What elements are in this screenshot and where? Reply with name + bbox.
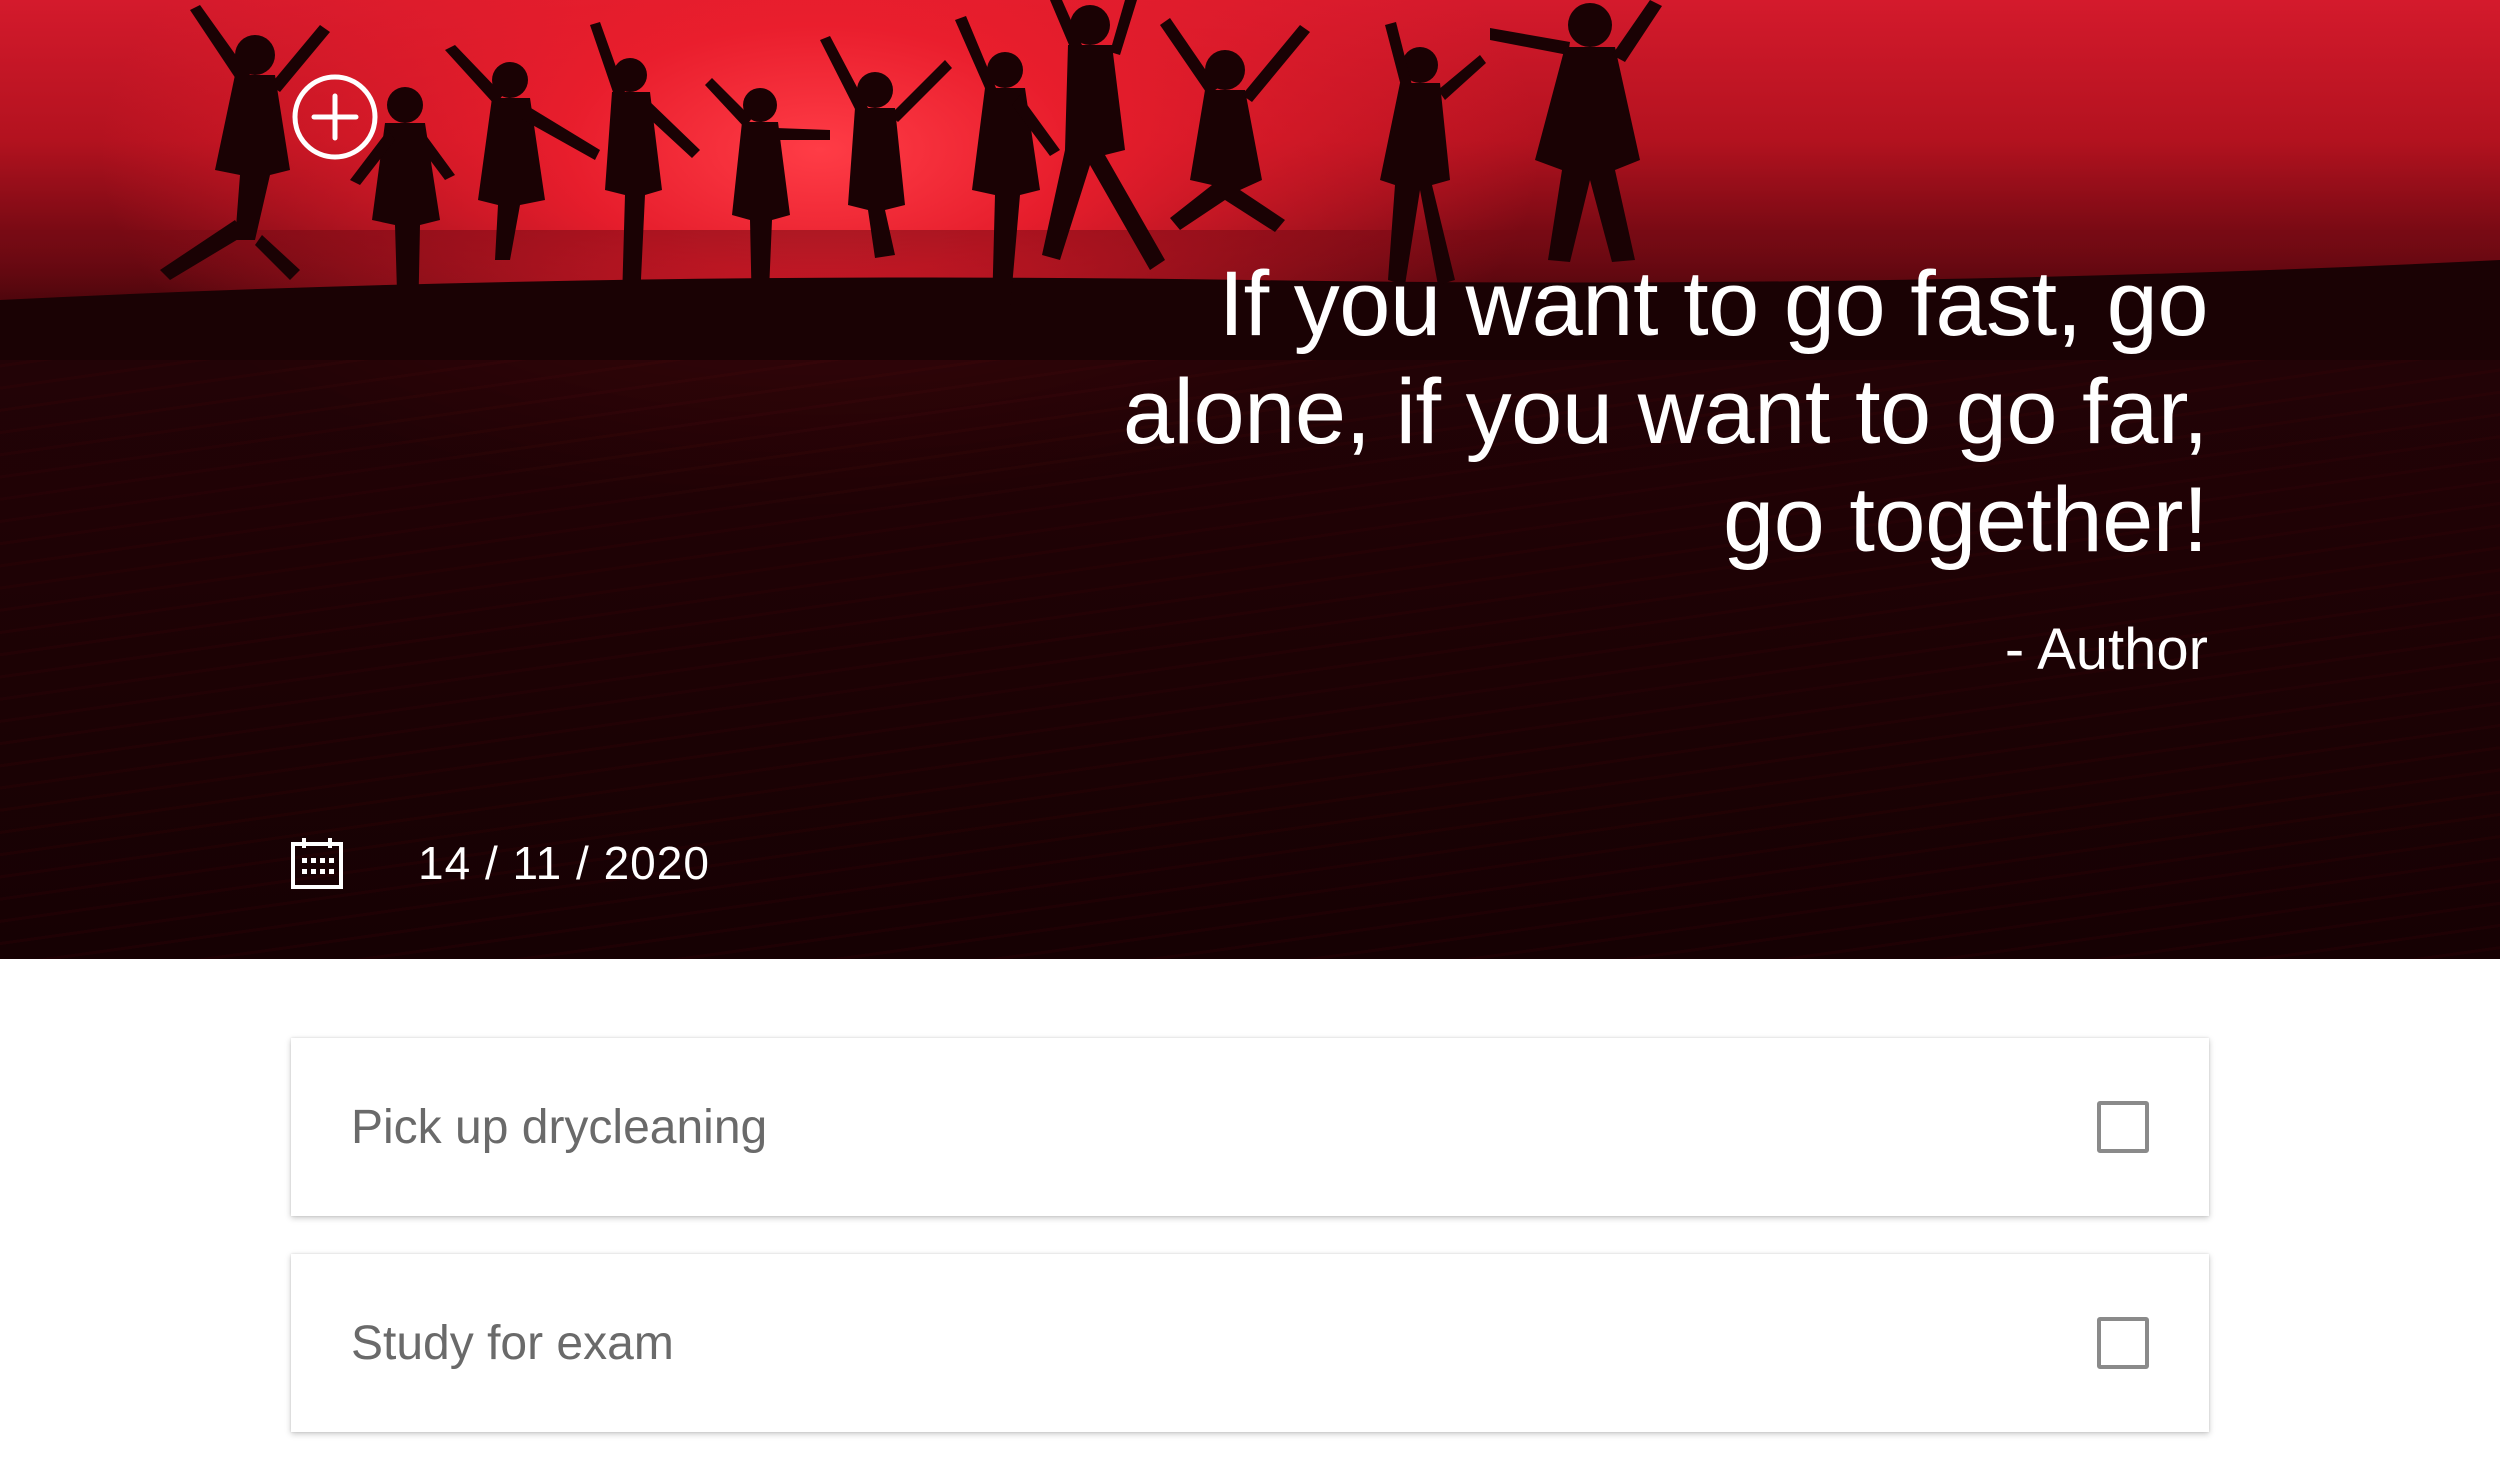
task-checkbox[interactable] xyxy=(2097,1101,2149,1153)
task-item[interactable]: Study for exam xyxy=(291,1254,2209,1432)
add-task-button[interactable] xyxy=(290,72,380,162)
task-list: Pick up drycleaning Study for exam xyxy=(291,1038,2209,1470)
task-label: Study for exam xyxy=(351,1316,674,1370)
hero-banner: If you want to go fast, go alone, if you… xyxy=(0,0,2500,959)
plus-circle-icon xyxy=(292,74,378,160)
task-checkbox[interactable] xyxy=(2097,1317,2149,1369)
task-item[interactable]: Pick up drycleaning xyxy=(291,1038,2209,1216)
quote-text: If you want to go fast, go alone, if you… xyxy=(1122,253,2209,571)
task-label: Pick up drycleaning xyxy=(351,1100,768,1154)
date-display: 14 / 11 / 2020 xyxy=(290,830,710,896)
calendar-icon[interactable] xyxy=(290,836,344,890)
date-text: 14 / 11 / 2020 xyxy=(418,837,710,889)
quote-author: - Author xyxy=(2004,617,2208,682)
